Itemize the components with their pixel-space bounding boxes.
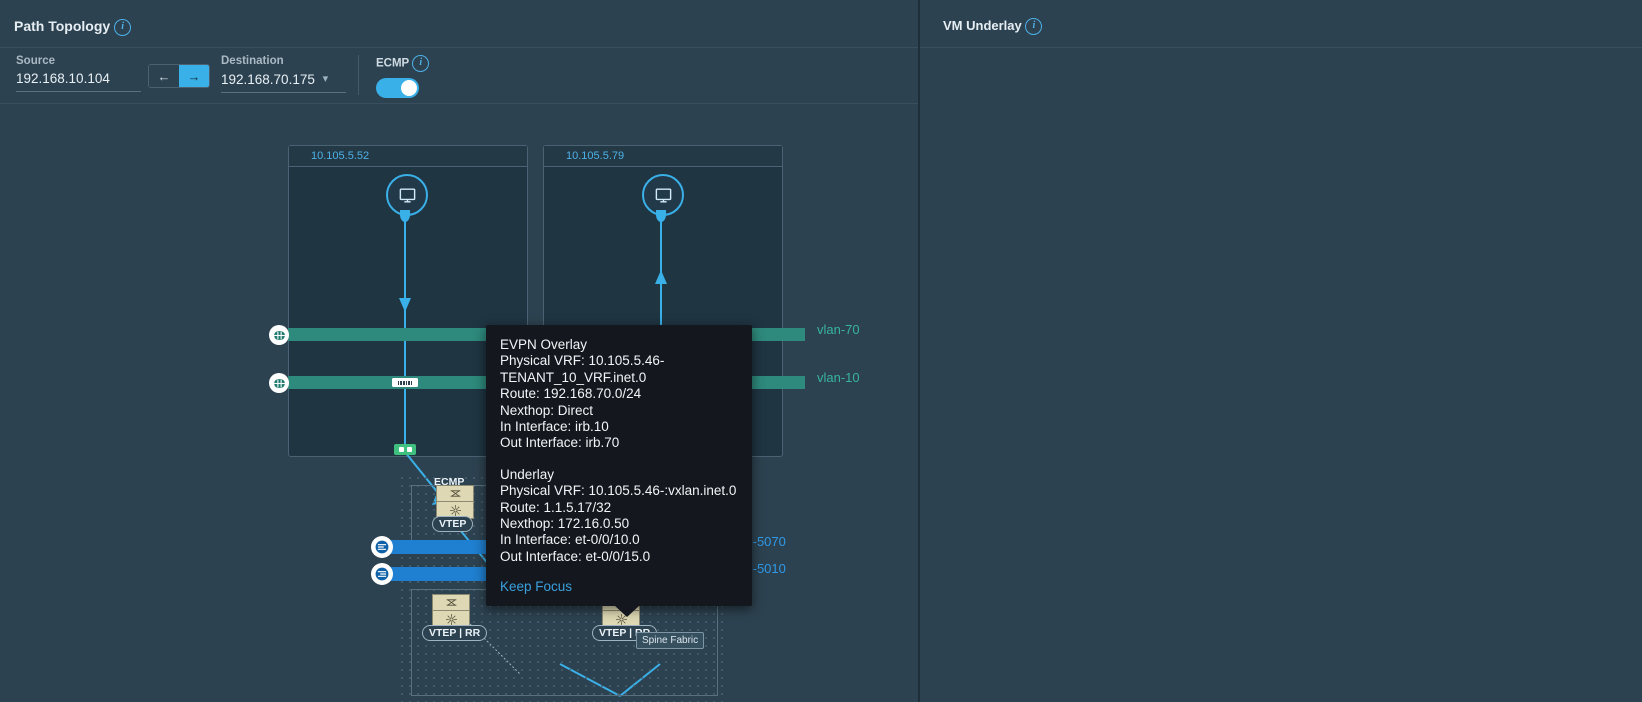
tunnel-icon	[375, 567, 389, 581]
destination-value: 192.168.70.175	[221, 72, 315, 87]
app-root: Path Topology i Source 192.168.10.104 ← …	[0, 0, 1642, 702]
direction-backward-button[interactable]: ←	[149, 65, 179, 87]
ecmp-node-label: ECMP	[434, 476, 465, 488]
tooltip-overlay-line-2: Route: 192.168.70.0/24	[500, 386, 642, 402]
switch-icon	[450, 490, 460, 497]
ecmp-vtep-router[interactable]	[436, 485, 474, 519]
vlan-10-label: vlan-10	[817, 370, 860, 385]
vm-underlay-header: VM Underlay i	[920, 0, 1642, 48]
keep-focus-link[interactable]: Keep Focus	[500, 579, 738, 595]
tooltip-underlay-line-3: In Interface: et-0/0/10.0	[500, 532, 640, 548]
network-icon	[273, 378, 285, 388]
ecmp-control: ECMP i	[376, 55, 430, 98]
router-icon	[449, 504, 461, 516]
vm-underlay-title-text: VM Underlay	[943, 18, 1022, 33]
tooltip-tail	[614, 604, 640, 617]
info-icon[interactable]: i	[114, 18, 132, 36]
host-switch-chip-1[interactable]	[392, 378, 418, 387]
destination-select[interactable]: 192.168.70.175 ▾	[221, 72, 346, 93]
network-icon	[273, 330, 285, 340]
control-divider	[358, 55, 359, 95]
tooltip-overlay-title: EVPN Overlay	[500, 337, 588, 352]
vlan-10-icon	[269, 373, 289, 393]
router-icon	[445, 613, 457, 625]
spine-fabric-tag: Spine Fabric	[636, 632, 705, 649]
tooltip-overlay-line-5: Out Interface: irb.70	[500, 435, 620, 451]
source-label: Source	[16, 55, 55, 67]
tooltip-spacer	[500, 452, 738, 467]
destination-field: Destination 192.168.70.175 ▾	[221, 55, 346, 93]
tooltip-underlay-line-0: Physical VRF: 10.105.5.46-:vxlan.inet.0	[500, 483, 737, 499]
path-topology-header: Path Topology i	[0, 0, 918, 48]
vm-underlay-title: VM Underlay i	[943, 18, 1043, 36]
ecmp-toggle[interactable]	[376, 78, 419, 98]
switch-port-chip-1[interactable]	[394, 444, 416, 455]
vlan-70-label: vlan-70	[817, 322, 860, 337]
tunnel-icon	[375, 540, 389, 554]
vm-underlay-panel: VM Underlay i VM: TCL-10net-1 ▾ VNIC: 19…	[920, 0, 1642, 702]
tooltip-underlay-line-2: Nexthop: 172.16.0.50	[500, 516, 630, 532]
ecmp-label: ECMP	[376, 57, 410, 70]
chevron-down-icon: ▾	[322, 73, 329, 85]
tooltip-underlay-line-1: Route: 1.1.5.17/32	[500, 499, 612, 515]
vm-underlay-info-icon[interactable]: i	[1025, 18, 1043, 36]
ecmp-label-row: ECMP i	[376, 55, 430, 72]
direction-forward-button[interactable]: →	[179, 65, 209, 87]
vni-5070-icon	[371, 536, 393, 558]
destination-label: Destination	[221, 55, 284, 67]
ecmp-info-icon[interactable]: i	[412, 55, 430, 72]
path-topology-title-text: Path Topology	[14, 18, 111, 34]
vtep-rr-label-left: VTEP | RR	[422, 625, 488, 641]
vlan-70-icon	[269, 325, 289, 345]
tooltip-underlay-line-4: Out Interface: et-0/0/15.0	[500, 548, 651, 564]
tooltip-overlay-line-1: TENANT_10_VRF.inet.0	[500, 369, 647, 385]
path-tooltip[interactable]: EVPN Overlay Physical VRF: 10.105.5.46- …	[486, 325, 752, 617]
path-topology-panel: Path Topology i Source 192.168.10.104 ← …	[0, 0, 920, 702]
switch-icon	[446, 599, 456, 606]
source-field: Source 192.168.10.104	[16, 55, 141, 92]
page-title: Path Topology i	[14, 18, 132, 36]
tooltip-overlay-line-4: In Interface: irb.10	[500, 419, 609, 435]
vtep-rr-router-left[interactable]	[432, 594, 470, 628]
tooltip-underlay-title: Underlay	[500, 466, 555, 482]
path-controls: Source 192.168.10.104 ← → Destination 19…	[0, 47, 918, 104]
vni-5010-icon	[371, 563, 393, 585]
tooltip-overlay-line-3: Nexthop: Direct	[500, 402, 594, 418]
source-input[interactable]: 192.168.10.104	[16, 71, 141, 92]
ecmp-toggle-knob	[401, 80, 417, 96]
direction-toggle-group[interactable]: ← →	[148, 64, 210, 88]
tooltip-overlay-line-0: Physical VRF: 10.105.5.46-	[500, 353, 665, 369]
topology-canvas[interactable]: 10.105.5.52 10.105.5.79 vlan-70 vlan-10 …	[0, 104, 918, 702]
vtep-node-label: VTEP	[432, 516, 474, 532]
